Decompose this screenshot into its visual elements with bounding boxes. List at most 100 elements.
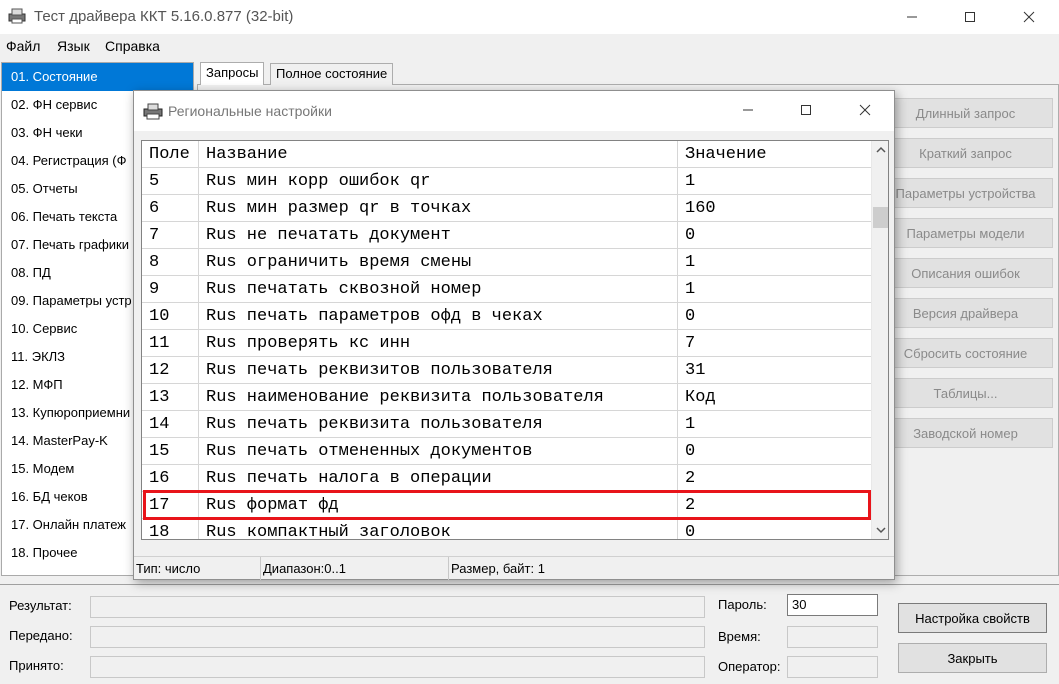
- operator-label: Оператор:: [718, 659, 781, 674]
- maximize-icon: [965, 12, 975, 22]
- table-cell-value[interactable]: 2: [678, 492, 872, 519]
- short-request-button[interactable]: Краткий запрос: [878, 138, 1053, 168]
- status-type: Тип: число: [134, 557, 261, 580]
- menu-language[interactable]: Язык: [57, 38, 90, 54]
- maximize-icon: [801, 105, 811, 115]
- status-range: Диапазон:0..1: [261, 557, 449, 580]
- time-field[interactable]: [787, 626, 878, 648]
- table-cell-value[interactable]: 1: [678, 168, 872, 195]
- table-cell-name[interactable]: Rus мин размер qr в точках: [199, 195, 678, 222]
- result-label: Результат:: [9, 598, 72, 613]
- operator-field[interactable]: [787, 656, 878, 678]
- table-cell-field[interactable]: 15: [142, 438, 199, 465]
- table-cell-field[interactable]: 8: [142, 249, 199, 276]
- tab-full-status[interactable]: Полное состояние: [270, 63, 394, 85]
- chevron-down-icon: [876, 527, 886, 534]
- table-cell-value[interactable]: 0: [678, 519, 872, 539]
- model-params-button[interactable]: Параметры модели: [878, 218, 1053, 248]
- table-cell-field[interactable]: 18: [142, 519, 199, 539]
- table-cell-name[interactable]: Rus печать реквизита пользователя: [199, 411, 678, 438]
- table-cell-value[interactable]: 0: [678, 222, 872, 249]
- dialog-title: Региональные настройки: [168, 103, 332, 119]
- table-cell-field[interactable]: 14: [142, 411, 199, 438]
- long-request-button[interactable]: Длинный запрос: [878, 98, 1053, 128]
- minimize-button[interactable]: [883, 0, 941, 34]
- scroll-down-button[interactable]: [872, 521, 888, 539]
- window-title-bar: Тест драйвера ККТ 5.16.0.877 (32-bit): [0, 0, 1059, 34]
- reset-state-button[interactable]: Сбросить состояние: [878, 338, 1053, 368]
- table-cell-name[interactable]: Rus печать параметров офд в чеках: [199, 303, 678, 330]
- status-size: Размер, байт: 1: [451, 561, 545, 576]
- table-cell-field[interactable]: 13: [142, 384, 199, 411]
- table-cell-name[interactable]: Rus ограничить время смены: [199, 249, 678, 276]
- dialog-maximize-button[interactable]: [777, 93, 835, 129]
- table-cell-field[interactable]: 11: [142, 330, 199, 357]
- column-header-field[interactable]: Поле: [142, 141, 199, 168]
- table-cell-value[interactable]: 1: [678, 276, 872, 303]
- dialog-minimize-button[interactable]: [719, 93, 777, 129]
- result-field[interactable]: [90, 596, 705, 618]
- time-label: Время:: [718, 629, 761, 644]
- section-item-status[interactable]: 01. Состояние: [2, 63, 193, 91]
- column-header-value[interactable]: Значение: [678, 141, 872, 168]
- received-field[interactable]: [90, 656, 705, 678]
- settings-grid[interactable]: Поле Название Значение 5 Rus мин корр ош…: [141, 140, 889, 540]
- table-cell-name[interactable]: Rus печатать сквозной номер: [199, 276, 678, 303]
- table-cell-name[interactable]: Rus проверять кс инн: [199, 330, 678, 357]
- password-input[interactable]: 30: [787, 594, 878, 616]
- table-cell-name[interactable]: Rus компактный заголовок: [199, 519, 678, 539]
- table-cell-name[interactable]: Rus мин корр ошибок qr: [199, 168, 678, 195]
- tables-button[interactable]: Таблицы...: [878, 378, 1053, 408]
- table-cell-field[interactable]: 16: [142, 465, 199, 492]
- table-cell-name[interactable]: Rus не печатать документ: [199, 222, 678, 249]
- table-cell-field[interactable]: 9: [142, 276, 199, 303]
- divider: [0, 584, 1059, 585]
- vertical-scrollbar[interactable]: [871, 141, 888, 539]
- device-params-button[interactable]: Параметры устройства: [878, 178, 1053, 208]
- table-cell-value[interactable]: 1: [678, 411, 872, 438]
- table-cell-value[interactable]: 31: [678, 357, 872, 384]
- scroll-up-button[interactable]: [872, 141, 888, 159]
- table-cell-field[interactable]: 5: [142, 168, 199, 195]
- tab-requests[interactable]: Запросы: [200, 62, 265, 85]
- table-cell-field[interactable]: 7: [142, 222, 199, 249]
- serial-number-button[interactable]: Заводской номер: [878, 418, 1053, 448]
- column-header-name[interactable]: Название: [199, 141, 678, 168]
- table-cell-value[interactable]: 7: [678, 330, 872, 357]
- menu-help[interactable]: Справка: [105, 38, 160, 54]
- table-cell-name[interactable]: Rus печать реквизитов пользователя: [199, 357, 678, 384]
- scroll-thumb[interactable]: [873, 207, 888, 228]
- dialog-title-bar: Региональные настройки: [134, 91, 894, 131]
- table-cell-field[interactable]: 10: [142, 303, 199, 330]
- close-app-button[interactable]: Закрыть: [898, 643, 1047, 673]
- table-cell-value[interactable]: 160: [678, 195, 872, 222]
- close-icon: [859, 104, 871, 116]
- menu-file[interactable]: Файл: [6, 38, 40, 54]
- table-cell-name[interactable]: Rus печать налога в операции: [199, 465, 678, 492]
- table-cell-field[interactable]: 12: [142, 357, 199, 384]
- dialog-close-button[interactable]: [836, 93, 894, 129]
- regional-settings-dialog: Региональные настройки Поле Название Зна…: [133, 90, 895, 580]
- table-cell-field[interactable]: 6: [142, 195, 199, 222]
- table-cell-value[interactable]: Код: [678, 384, 872, 411]
- printer-app-icon: [143, 103, 163, 120]
- chevron-up-icon: [876, 146, 886, 153]
- error-descriptions-button[interactable]: Описания ошибок: [878, 258, 1053, 288]
- table-cell-value[interactable]: 2: [678, 465, 872, 492]
- close-icon: [1023, 11, 1035, 23]
- sent-field[interactable]: [90, 626, 705, 648]
- table-cell-value[interactable]: 1: [678, 249, 872, 276]
- table-cell-name[interactable]: Rus печать отмененных документов: [199, 438, 678, 465]
- table-cell-field[interactable]: 17: [142, 492, 199, 519]
- printer-app-icon: [8, 8, 26, 24]
- driver-version-button[interactable]: Версия драйвера: [878, 298, 1053, 328]
- received-label: Принято:: [9, 658, 64, 673]
- table-cell-name[interactable]: Rus наименование реквизита пользователя: [199, 384, 678, 411]
- table-cell-value[interactable]: 0: [678, 438, 872, 465]
- maximize-button[interactable]: [941, 0, 999, 34]
- table-cell-name[interactable]: Rus формат фд: [199, 492, 678, 519]
- table-cell-value[interactable]: 0: [678, 303, 872, 330]
- settings-button[interactable]: Настройка свойств: [898, 603, 1047, 633]
- close-button[interactable]: [1000, 0, 1058, 34]
- minimize-icon: [907, 16, 917, 18]
